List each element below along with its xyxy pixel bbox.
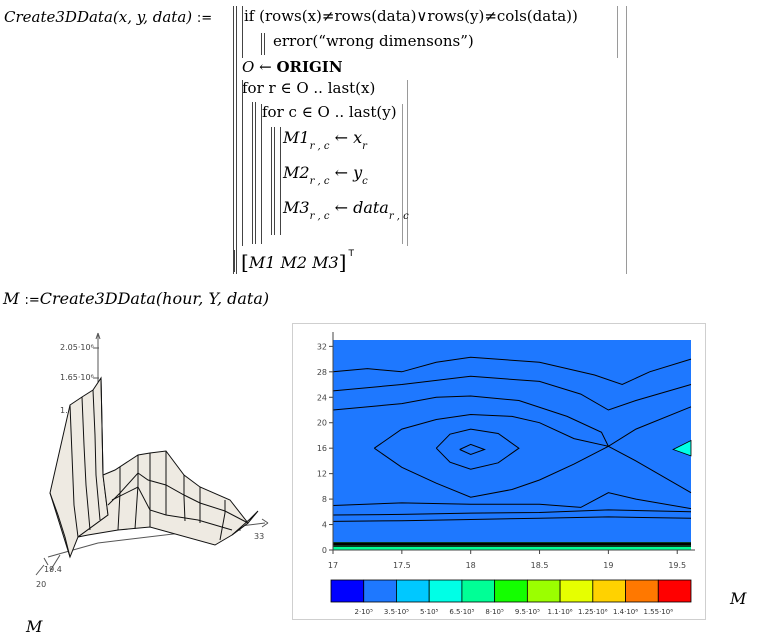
call-function-name: Create3DData <box>39 289 156 308</box>
return-matrix: [M1 M2 M3] T <box>241 249 354 274</box>
z-tick-low: 1. <box>60 406 68 415</box>
colorbar-swatch <box>526 579 561 603</box>
contour-plot-region[interactable]: 0 4 8 12 16 20 24 28 32 17 17.5 18 18.5 19 19.5 2·10⁵ 3… <box>292 323 706 620</box>
y-tick-label: 32 <box>317 342 327 351</box>
colorbar-swatch <box>396 579 430 603</box>
colorbar-label: 1.25·10⁶ <box>578 608 608 616</box>
y-tick-end: 33 <box>254 532 264 541</box>
colorbar-swatch <box>592 579 626 603</box>
colorbar-label: 9.5·10⁵ <box>515 608 540 616</box>
colorbar-label: 1.4·10⁶ <box>613 608 638 616</box>
error-call: error(“wrong dimensons”) <box>273 32 474 50</box>
y-tick-label: 12 <box>317 470 327 479</box>
y-tick-label: 0 <box>322 546 327 555</box>
for-r-loop: for r ∈ O .. last(x) <box>242 79 376 97</box>
colorbar-swatch <box>461 579 496 603</box>
colorbar-label: 5·10⁵ <box>420 608 439 616</box>
contour-plot-caption: M <box>730 589 747 608</box>
transpose-symbol: T <box>348 249 354 259</box>
origin-assignment: O ← ORIGIN <box>242 58 343 76</box>
colorbar-label: 1.1·10⁶ <box>548 608 573 616</box>
program-block[interactable]: Create3DData(x, y, data) := if (rows(x)≠… <box>0 0 640 280</box>
function-params: (x, y, data) <box>112 8 193 26</box>
surface-plot-region[interactable]: 2.05·10⁶ 1.65·10⁶ 1. 19.4 20 33 <box>0 325 290 625</box>
z-tick-mid: 1.65·10⁶ <box>60 373 94 382</box>
colorbar-swatch <box>494 579 528 603</box>
x-tick-label: 19.5 <box>668 561 686 570</box>
x-tick-label: 17.5 <box>393 561 411 570</box>
y-tick-label: 20 <box>317 419 327 428</box>
y-tick-label: 4 <box>322 521 327 530</box>
if-condition-line: if (rows(x)≠rows(data)∨rows(y)≠cols(data… <box>244 7 578 25</box>
surface-plot-caption: M <box>26 617 43 636</box>
colorbar-swatch <box>330 579 365 603</box>
define-operator: := <box>196 11 213 26</box>
if-keyword: if <box>244 7 255 25</box>
assign-m3: M3r , c ← datar , c <box>283 198 409 222</box>
y-tick-label: 28 <box>317 368 327 377</box>
for-c-loop: for c ∈ O .. last(y) <box>262 103 397 121</box>
x-tick-label: 18 <box>466 561 476 570</box>
assign-m2: M2r , c ← yc <box>283 163 368 187</box>
if-condition: (rows(x)≠rows(data)∨rows(y)≠cols(data)) <box>259 7 578 25</box>
colorbar-label: 1.55·10⁶ <box>644 608 674 616</box>
colorbar-swatch <box>428 579 463 603</box>
y-tick-label: 8 <box>322 495 327 504</box>
colorbar-label: 2·10⁵ <box>355 608 374 616</box>
y-tick-label: 24 <box>317 393 327 402</box>
colorbar-swatch <box>363 579 397 603</box>
x-tick-label: 18.5 <box>531 561 549 570</box>
call-define-operator: := <box>24 293 40 308</box>
colorbar-label: 6.5·10⁵ <box>449 608 474 616</box>
y-tick-label: 16 <box>317 444 327 453</box>
colorbar-swatch <box>625 579 659 603</box>
colorbar-label: 3.5·10⁵ <box>384 608 409 616</box>
call-args: (hour, Y, data) <box>155 289 270 308</box>
z-tick-top: 2.05·10⁶ <box>60 343 94 352</box>
colorbar-swatch <box>657 579 692 603</box>
x-tick-far: 20 <box>36 580 46 589</box>
contour-plot[interactable]: 0 4 8 12 16 20 24 28 32 17 17.5 18 18.5 19 19.5 2·10⁵ 3… <box>293 324 705 619</box>
function-name: Create3DData <box>4 8 113 26</box>
x-tick-near: 19.4 <box>44 565 62 574</box>
colorbar-label: 8·10⁵ <box>485 608 504 616</box>
call-lhs: M <box>3 289 20 308</box>
surface-plot[interactable]: 2.05·10⁶ 1.65·10⁶ 1. 19.4 20 33 <box>0 325 290 625</box>
colorbar-swatch <box>559 579 594 603</box>
assign-m1: M1r , c ← xr <box>283 128 367 152</box>
call-definition[interactable]: M :=Create3DData(hour, Y, data) <box>3 289 269 308</box>
x-tick-label: 19 <box>603 561 613 570</box>
x-tick-label: 17 <box>328 561 338 570</box>
